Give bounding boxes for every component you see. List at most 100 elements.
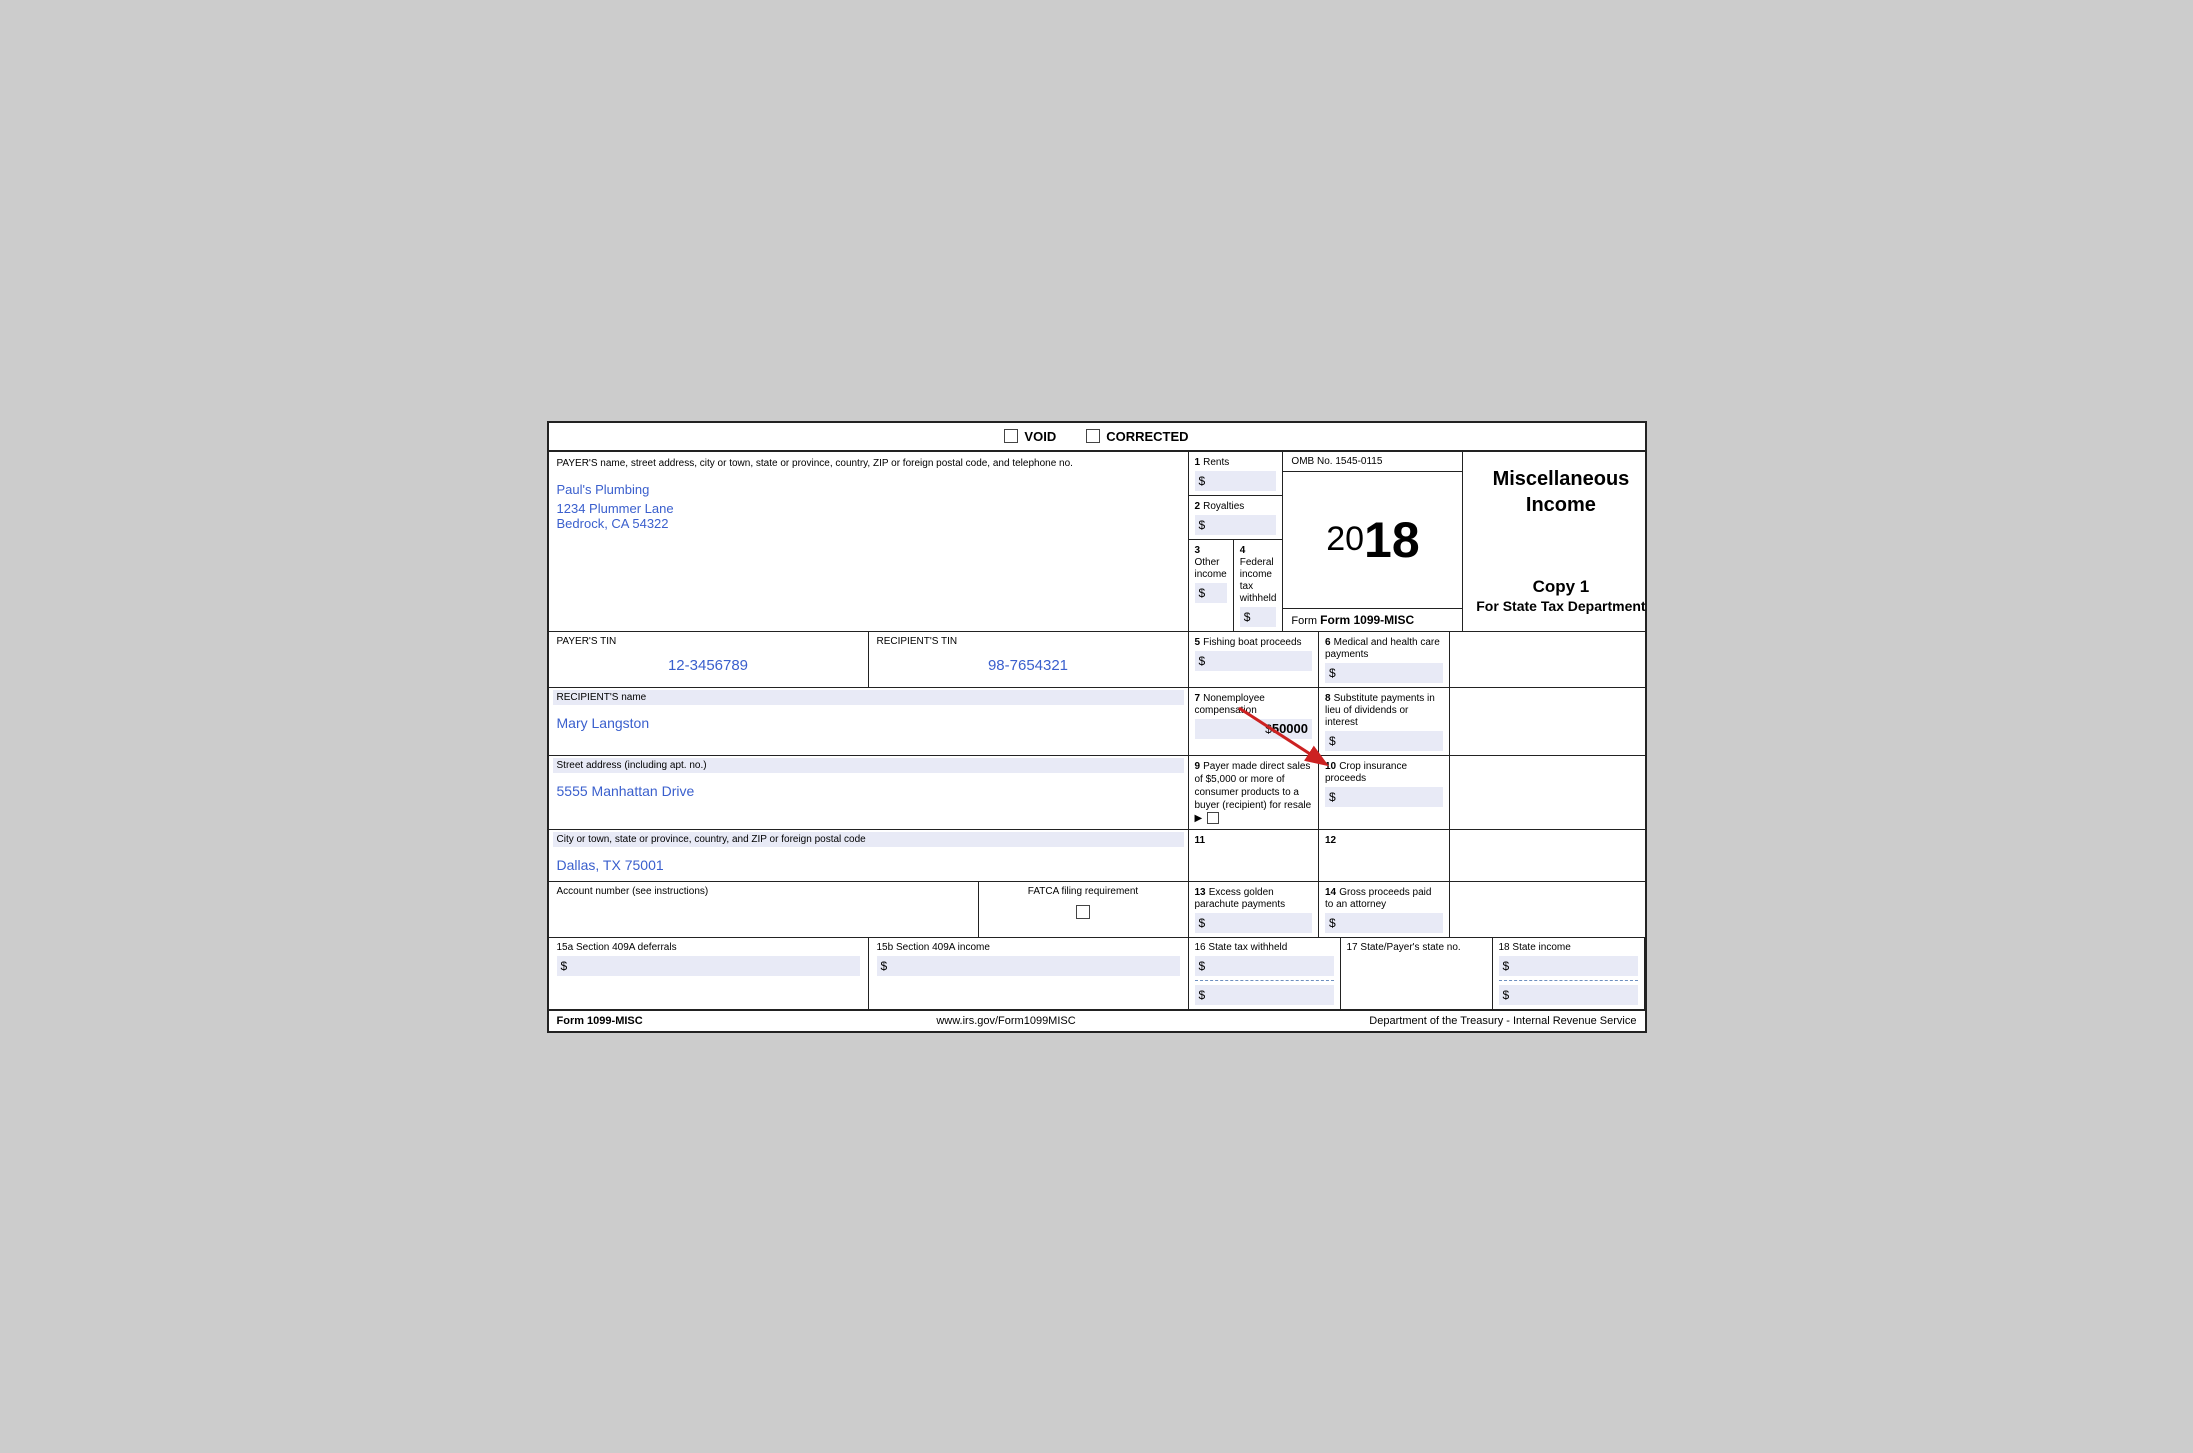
field12: 12 — [1319, 830, 1450, 881]
gross-proceeds-field: 14 Gross proceeds paid to an attorney $ — [1319, 882, 1450, 937]
title-spacer3 — [1450, 756, 1645, 829]
city-row: City or town, state or province, country… — [549, 830, 1645, 882]
state-tax-col: 16 State tax withheld $ $ — [1189, 938, 1341, 1009]
recipient-tin-label: RECIPIENT'S TIN — [877, 636, 1180, 647]
title-spacer2 — [1450, 688, 1645, 755]
rents-value: $ — [1195, 471, 1277, 491]
state-income-value2: $ — [1499, 985, 1638, 1005]
excess-golden-value: $ — [1195, 913, 1313, 933]
state-tax-value2: $ — [1195, 985, 1334, 1005]
fishing-medical-col: 5 Fishing boat proceeds $ — [1189, 632, 1320, 687]
payer-tin-label: PAYER'S TIN — [557, 636, 860, 647]
street-row: Street address (including apt. no.) 5555… — [549, 756, 1645, 830]
void-label: VOID — [1024, 429, 1056, 444]
recipient-tin-cell: RECIPIENT'S TIN 98-7654321 — [869, 632, 1189, 687]
title-spacer5 — [1450, 882, 1645, 937]
omb-number: OMB No. 1545-0115 — [1283, 452, 1462, 472]
medical-col: 6 Medical and health care payments $ — [1319, 632, 1450, 687]
fishing-value: $ — [1195, 651, 1313, 671]
field11: 11 — [1189, 830, 1320, 881]
street-value: 5555 Manhattan Drive — [557, 777, 1180, 803]
form-1099-misc: VOID CORRECTED PAYER'S name, street addr… — [547, 421, 1647, 1033]
main-title: Miscellaneous Income — [1473, 466, 1648, 518]
section15b-label: 15b Section 409A income — [877, 942, 1180, 953]
corrected-label: CORRECTED — [1106, 429, 1188, 444]
title-section: Miscellaneous Income Copy 1 For State Ta… — [1463, 452, 1658, 631]
account-cell: Account number (see instructions) — [549, 882, 979, 937]
void-checkbox[interactable] — [1004, 429, 1018, 443]
footer-form-name: Form 1099-MISC — [557, 1015, 643, 1027]
omb-year-section: OMB No. 1545-0115 20 18 Form Form 1099-M… — [1283, 452, 1463, 631]
title-spacer4 — [1450, 830, 1645, 881]
payer-tin-value: 12-3456789 — [557, 647, 860, 680]
city-label: City or town, state or province, country… — [553, 832, 1184, 847]
other-income-field: 3 Other income $ — [1189, 540, 1234, 631]
state-tax-label: 16 State tax withheld — [1195, 942, 1334, 953]
federal-tax-value: $ — [1240, 607, 1277, 627]
payer-state-col: 17 State/Payer's state no. — [1341, 938, 1493, 1009]
nonemployee-col: 7 Nonemployee compensation $ 50000 — [1189, 688, 1320, 755]
excess-golden-field: 13 Excess golden parachute payments $ — [1189, 882, 1320, 937]
recipient-tin-value: 98-7654321 — [877, 647, 1180, 680]
recipient-name-cell: RECIPIENT'S name Mary Langston — [549, 688, 1189, 755]
payer-section: PAYER'S name, street address, city or to… — [549, 452, 1189, 631]
payer-name: Paul's Plumbing — [557, 479, 1180, 501]
city-cell: City or town, state or province, country… — [549, 830, 1189, 881]
city-value: Dallas, TX 75001 — [557, 851, 1180, 877]
medical-value: $ — [1325, 663, 1443, 683]
fishing-field: 5 Fishing boat proceeds $ — [1189, 632, 1319, 687]
recipient-name-row: RECIPIENT'S name Mary Langston 7 Nonempl… — [549, 688, 1645, 756]
royalties-value: $ — [1195, 515, 1277, 535]
copy-subtitle: For State Tax Department — [1476, 597, 1645, 617]
dashed-divider — [1195, 980, 1334, 981]
footer-dept: Department of the Treasury - Internal Re… — [1369, 1015, 1636, 1027]
payer-tin-cell: PAYER'S TIN 12-3456789 — [549, 632, 869, 687]
other-federal-row: 3 Other income $ 4 Federal income tax wi… — [1189, 540, 1283, 631]
void-section: VOID — [1004, 429, 1056, 444]
section15b-cell: 15b Section 409A income $ — [869, 938, 1189, 1009]
corrected-checkbox[interactable] — [1086, 429, 1100, 443]
footer-website: www.irs.gov/Form1099MISC — [936, 1015, 1075, 1027]
row-payer-rents: PAYER'S name, street address, city or to… — [549, 452, 1645, 632]
royalties-label: Royalties — [1203, 501, 1244, 512]
section15a-label: 15a Section 409A deferrals — [557, 942, 860, 953]
fatca-cell: FATCA filing requirement — [979, 882, 1189, 937]
royalties-num: 2 — [1195, 501, 1201, 512]
section15a-cell: 15a Section 409A deferrals $ — [549, 938, 869, 1009]
payer-state-label: 17 State/Payer's state no. — [1347, 942, 1486, 953]
medical-field: 6 Medical and health care payments $ — [1319, 632, 1449, 687]
section15a-value: $ — [557, 956, 860, 976]
year-display: 20 18 — [1283, 472, 1462, 609]
corrected-section: CORRECTED — [1086, 429, 1188, 444]
arrow-icon — [1219, 698, 1349, 778]
state-income-value1: $ — [1499, 956, 1638, 976]
bottom-fields-row: 15a Section 409A deferrals $ 15b Section… — [549, 938, 1645, 1010]
account-row: Account number (see instructions) FATCA … — [549, 882, 1645, 938]
nonemployee-field: 7 Nonemployee compensation $ 50000 — [1189, 688, 1319, 755]
federal-tax-field: 4 Federal income tax withheld $ — [1234, 540, 1283, 631]
fatca-checkbox[interactable] — [1076, 905, 1090, 919]
gross-proceeds-value: $ — [1325, 913, 1443, 933]
year-prefix: 20 — [1326, 520, 1364, 559]
street-label: Street address (including apt. no.) — [553, 758, 1184, 773]
royalties-field: 2 Royalties $ — [1189, 496, 1283, 540]
state-income-label: 18 State income — [1499, 942, 1638, 953]
street-cell: Street address (including apt. no.) 5555… — [549, 756, 1189, 829]
payer-field-label: PAYER'S name, street address, city or to… — [557, 458, 1180, 469]
section15b-value: $ — [877, 956, 1180, 976]
year-suffix: 18 — [1364, 511, 1420, 569]
center-fields: 1 Rents $ 2 Royalties $ 3 Other income $ — [1189, 452, 1284, 631]
direct-sales-checkbox[interactable] — [1207, 812, 1219, 824]
tin-row: PAYER'S TIN 12-3456789 RECIPIENT'S TIN 9… — [549, 632, 1645, 688]
rents-num: 1 — [1195, 457, 1201, 468]
recipient-name-value: Mary Langston — [557, 709, 1180, 735]
copy-title: Copy 1 — [1476, 577, 1645, 597]
title-spacer — [1450, 632, 1645, 687]
fatca-label: FATCA filing requirement — [1028, 886, 1138, 897]
form-name-omb: Form Form 1099-MISC — [1283, 609, 1462, 631]
rents-label: Rents — [1203, 457, 1229, 468]
rents-field: 1 Rents $ — [1189, 452, 1283, 496]
payer-city-state-zip: Bedrock, CA 54322 — [557, 516, 1180, 531]
copy-section: Copy 1 For State Tax Department — [1476, 577, 1645, 617]
state-income-col: 18 State income $ $ — [1493, 938, 1645, 1009]
